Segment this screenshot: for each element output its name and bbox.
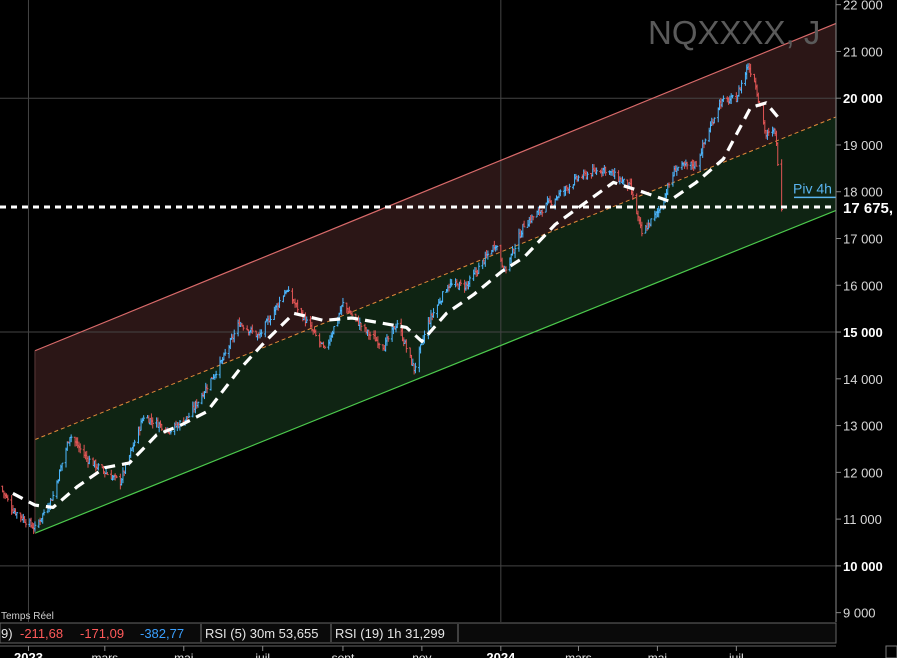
time-tick-label: juil [728, 651, 744, 658]
price-tick-label: 10 000 [843, 559, 883, 574]
price-tick-label: 20 000 [843, 91, 883, 106]
time-tick-label: mars [91, 651, 118, 658]
time-tick-label: juil [254, 651, 270, 658]
price-tick-label: 13 000 [843, 419, 883, 434]
indicator-value: -171,09 [80, 626, 124, 641]
price-chart[interactable]: NQXXXX, J 9 000 10 000 11 000 12 000 13 000 1… [0, 0, 897, 658]
price-tick-label: 17 000 [843, 232, 883, 247]
indicator-prefix: 9) [1, 626, 13, 641]
time-tick-label: nov [412, 651, 431, 658]
time-tick-label: mai [648, 651, 667, 658]
price-tick-label: 22 000 [843, 0, 883, 13]
price-tick-label: 19 000 [843, 138, 883, 153]
chart-watermark: NQXXXX, J [648, 14, 820, 51]
rsi-30m-readout: RSI (5) 30m 53,655 [205, 626, 318, 641]
time-tick-label: 2023 [14, 650, 43, 658]
time-tick-label: mai [174, 651, 193, 658]
price-tick-label: 21 000 [843, 44, 883, 59]
price-tick-label: 12 000 [843, 465, 883, 480]
last-price-label: 17 675, [843, 200, 893, 217]
indicator-value: -382,77 [140, 626, 184, 641]
rsi-1h-readout: RSI (19) 1h 31,299 [335, 626, 445, 641]
price-tick-label: 15 000 [843, 325, 883, 340]
time-tick-label: 2024 [486, 650, 516, 658]
price-tick-label: 11 000 [843, 512, 882, 527]
time-tick-label: mars [565, 651, 592, 658]
price-tick-label: 9 000 [843, 606, 876, 621]
status-mode-label: Temps Réel [1, 611, 54, 622]
indicator-value: -211,68 [20, 626, 63, 641]
pivot-label: Piv 4h [793, 180, 832, 196]
time-tick-label: sept [332, 651, 355, 658]
price-tick-label: 16 000 [843, 278, 883, 293]
price-tick-label: 14 000 [843, 372, 883, 387]
